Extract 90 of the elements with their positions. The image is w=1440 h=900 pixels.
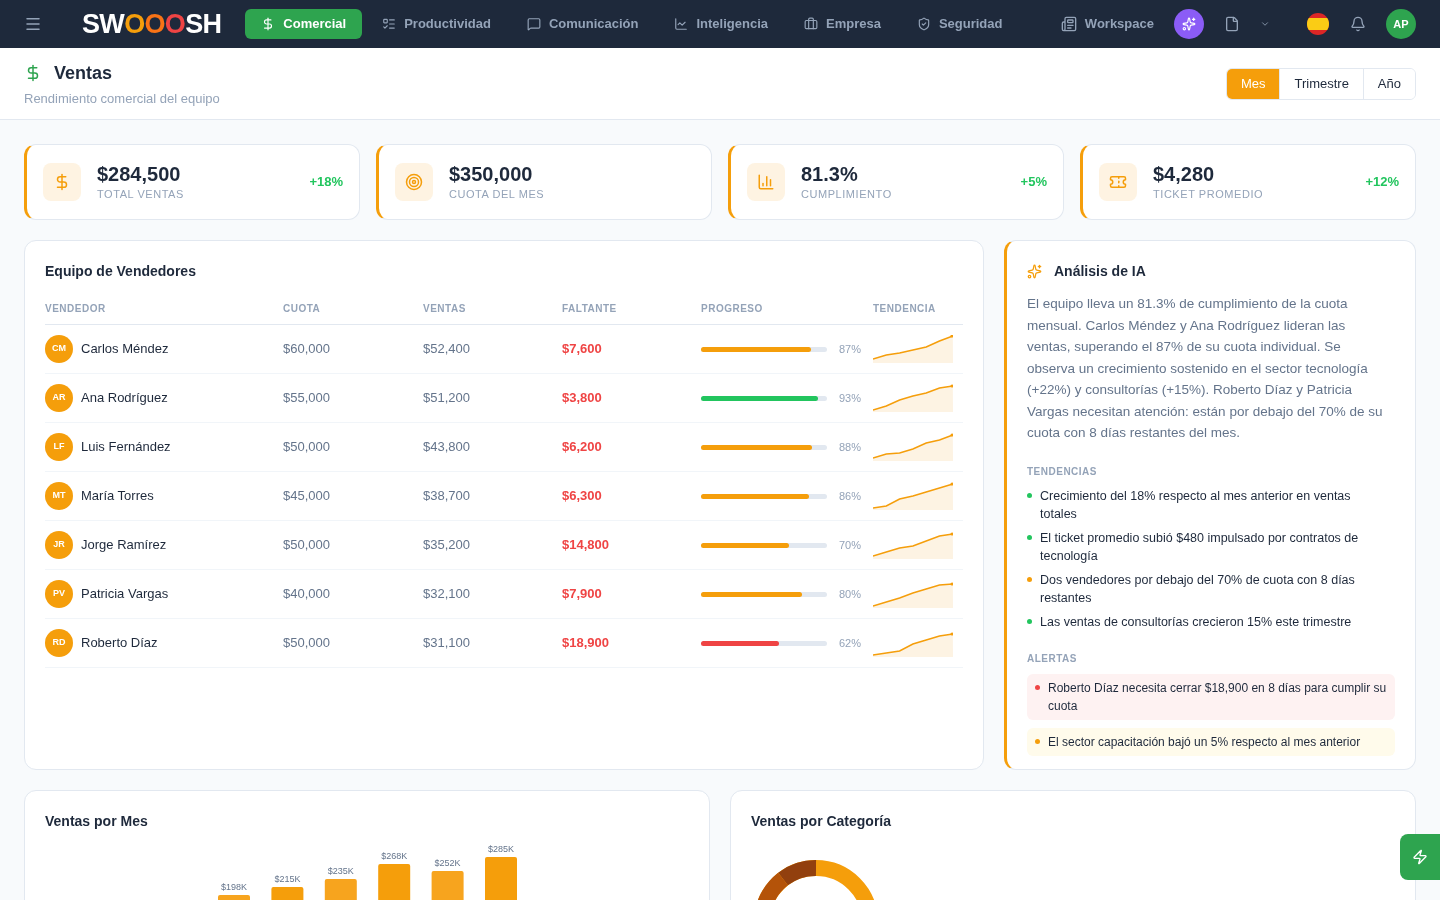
table-cell-text: $50,000: [283, 634, 331, 653]
section-label: ALERTAS: [1027, 651, 1078, 666]
column-header: TENDENCIA: [873, 302, 937, 316]
vendor-name: Jorge Ramírez: [81, 536, 167, 555]
bar-value-label: $215K: [274, 874, 301, 884]
alert-text: El sector capacitación bajó un 5% respecto al mes anterior: [1048, 733, 1361, 751]
table-cell-text: $3,800: [562, 389, 603, 408]
kpi-change: +5%: [1020, 173, 1047, 192]
table-cell-text: $32,100: [423, 585, 471, 604]
table-cell-text: $45,000: [283, 487, 331, 506]
card-title: Análisis de IA: [1054, 262, 1146, 281]
nav-tab[interactable]: Comercial: [245, 9, 363, 39]
kpi-change: +18%: [309, 173, 343, 192]
progress-percent: 87%: [839, 341, 862, 357]
kpi-value: $284,500: [97, 161, 182, 186]
bar-value-label: $285K: [488, 844, 514, 854]
vendor-name: Ana Rodríguez: [81, 389, 168, 408]
progress-percent: 70%: [839, 537, 862, 553]
trend-text: El ticket promedio subió $480 impulsado por contratos de tecnología: [1040, 529, 1360, 565]
period-tab[interactable]: Año: [1362, 68, 1415, 99]
column-header: PROGRESO: [701, 302, 764, 316]
avatar: LF: [45, 433, 73, 461]
avatar: MT: [45, 482, 73, 510]
kpi-label: CUOTA DEL MES: [449, 186, 545, 202]
bar-value-label: $252K: [434, 858, 461, 868]
page-subtitle: Rendimiento comercial del equipo: [24, 89, 220, 108]
table-cell-text: $60,000: [283, 340, 331, 359]
nav-tab[interactable]: Comunicación: [510, 9, 655, 39]
card-title: Equipo de Vendedores: [45, 262, 197, 281]
avatar: AR: [45, 384, 73, 412]
alert-text: Roberto Díaz necesita cerrar $18,900 en 8 días para cumplir su cuota: [1048, 679, 1387, 715]
column-header: VENTAS: [423, 302, 467, 316]
table-cell-text: $51,200: [423, 389, 471, 408]
nav-tab[interactable]: Inteligencia: [658, 9, 784, 39]
table-cell-text: $18,900: [562, 634, 610, 653]
card-title: Ventas por Categoría: [751, 812, 893, 831]
page-title: Ventas: [54, 61, 113, 85]
avatar: PV: [45, 580, 73, 608]
avatar: JR: [45, 531, 73, 559]
table-cell-text: $40,000: [283, 585, 331, 604]
table-cell-text: $52,400: [423, 340, 471, 359]
progress-percent: 62%: [839, 635, 862, 651]
table-cell-text: $31,100: [423, 634, 471, 653]
avatar: RD: [45, 629, 73, 657]
vendor-name: María Torres: [81, 487, 154, 506]
trend-text: Dos vendedores por debajo del 70% de cuota con 8 días restantes: [1040, 571, 1356, 607]
bar-value-label: $235K: [327, 866, 354, 876]
column-header: FALTANTE: [562, 302, 618, 316]
trend-text: Crecimiento del 18% respecto al mes anterior en ventas totales: [1040, 487, 1352, 523]
table-cell-text: $55,000: [283, 389, 331, 408]
logo: SWOOOSH: [82, 10, 222, 38]
kpi-value: $350,000: [449, 161, 534, 186]
vendor-name: Luis Fernández: [81, 438, 171, 457]
table-cell-text: $7,900: [562, 585, 603, 604]
ai-summary: El equipo lleva un 81.3% de cumplimiento de la cuota mensual. Carlos Méndez y Ana Rodríguez lideran las ventas, superando el 87% de su cuota individual. Se observa un crecimiento sostenido en el sector tecnología (+22%) y consultorías (+15%). Roberto Díaz y Patricia Vargas necesitan atención: están por debajo del 70% de su cuota con 8 días restantes del mes.: [1027, 295, 1384, 442]
nav-tab[interactable]: Productividad: [366, 9, 507, 39]
table-cell-text: $50,000: [283, 536, 331, 555]
kpi-change: +12%: [1365, 173, 1399, 192]
kpi-value: $4,280: [1153, 161, 1216, 186]
table-cell-text: $14,800: [562, 536, 610, 555]
progress-percent: 86%: [839, 488, 862, 504]
avatar: CM: [45, 335, 73, 363]
table-cell-text: $6,300: [562, 487, 603, 506]
table-cell-text: $6,200: [562, 438, 603, 457]
kpi-label: CUMPLIMIENTO: [801, 186, 892, 202]
bar-value-label: $268K: [381, 851, 408, 861]
table-cell-text: $7,600: [562, 340, 603, 359]
progress-percent: 93%: [839, 390, 862, 406]
bar-value-label: $198K: [221, 882, 247, 892]
table-cell-text: $50,000: [283, 438, 331, 457]
section-label: TENDENCIAS: [1027, 464, 1098, 479]
vendor-name: Roberto Díaz: [81, 634, 158, 653]
kpi-label: TOTAL VENTAS: [97, 186, 184, 202]
column-header: CUOTA: [283, 302, 322, 316]
workspace-button[interactable]: Workspace: [1060, 14, 1154, 34]
table-cell-text: $35,200: [423, 536, 471, 555]
user-avatar[interactable]: AP: [1386, 9, 1416, 39]
nav-tab[interactable]: Empresa: [788, 9, 897, 39]
progress-percent: 80%: [839, 586, 862, 602]
trend-text: Las ventas de consultorías crecieron 15% este trimestre: [1040, 613, 1353, 631]
vendor-name: Patricia Vargas: [81, 585, 169, 604]
kpi-value: 81.3%: [801, 161, 859, 186]
table-cell-text: $38,700: [423, 487, 471, 506]
progress-percent: 88%: [839, 439, 862, 455]
column-header: VENDEDOR: [45, 302, 107, 316]
nav-tab[interactable]: Seguridad: [900, 9, 1019, 39]
kpi-label: TICKET PROMEDIO: [1153, 186, 1264, 202]
card-title: Ventas por Mes: [45, 812, 149, 831]
vendor-name: Carlos Méndez: [81, 340, 169, 359]
table-cell-text: $43,800: [423, 438, 471, 457]
